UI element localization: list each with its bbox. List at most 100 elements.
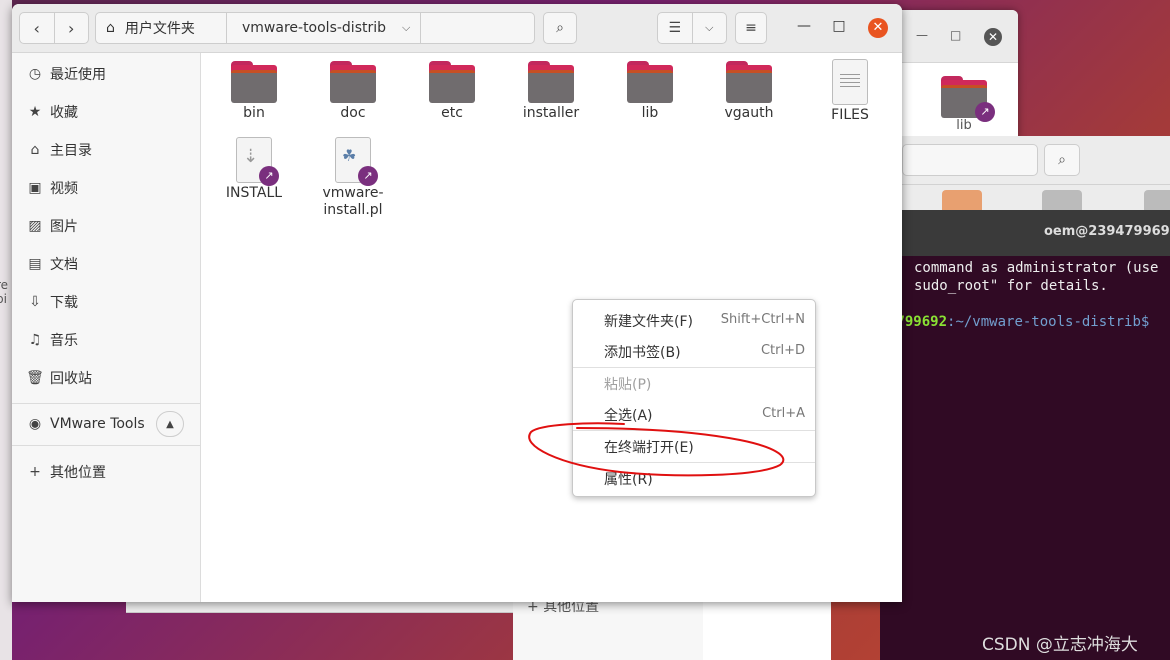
sidebar-item-other-locations[interactable]: + 其他位置 [12,455,200,489]
breadcrumb-current[interactable]: vmware-tools-distrib ⌵ [227,13,421,43]
back-arrow-icon[interactable]: ‹ [20,13,55,43]
sidebar-item-pictures[interactable]: ▨ 图片 [12,209,200,243]
sidebar-item-label: 最近使用 [50,67,106,83]
menu-item-properties[interactable]: 属性(R) [573,463,815,494]
sidebar-item-downloads[interactable]: ⇩ 下载 [12,285,200,319]
sidebar-item-music[interactable]: ♫ 音乐 [12,323,200,357]
link-arrow-icon: ↗ [975,102,995,122]
menu-item-new-folder[interactable]: 新建文件夹(F) Shift+Ctrl+N [573,305,815,336]
search-icon: ⌕ [556,20,564,36]
list-view-icon[interactable]: ☰ [658,13,693,43]
sidebar-item-home[interactable]: ⌂ 主目录 [12,133,200,167]
sidebar-item-label: VMware Tools [50,416,145,432]
menu-item-select-all[interactable]: 全选(A) Ctrl+A [573,399,815,430]
close-icon[interactable]: ✕ [868,18,888,38]
thumbnail [1144,190,1170,212]
menu-item-label: 新建文件夹(F) [604,314,693,330]
maximize-icon[interactable]: □ [829,18,849,34]
folder-lib[interactable]: lib [608,53,692,122]
file-label: lib [641,105,659,121]
text-file-icon [832,59,868,105]
menu-item-label: 粘贴(P) [604,377,652,393]
menu-item-shortcut: Ctrl+D [760,343,805,358]
folder-lib[interactable]: ↗ lib [940,70,995,133]
file-install[interactable]: ⇣ ↗ INSTALL [212,131,296,202]
clock-icon: ◷ [28,66,42,82]
disc-icon: ◉ [28,416,42,432]
minimize-icon[interactable]: — [794,18,814,34]
eject-button[interactable]: ▲ [156,411,184,437]
sidebar-item-label: 下载 [50,295,78,311]
trash-icon: 🗑 [26,370,44,386]
terminal-line: command as administrator (use [914,260,1159,276]
thumbnail [942,190,982,212]
menu-button[interactable]: ≡ [735,12,767,44]
hamburger-menu-icon: ≡ [745,20,757,36]
search-button[interactable]: ⌕ [543,12,577,44]
folder-icon [429,61,475,103]
sidebar-item-label: 图片 [50,219,78,235]
file-files[interactable]: FILES [808,53,892,124]
home-icon: ⌂ [106,20,115,36]
eject-icon: ▲ [166,418,174,430]
file-label: INSTALL [225,185,283,201]
folder-installer[interactable]: installer [509,53,593,122]
folder-icon [330,61,376,103]
breadcrumb: ⌂ 用户文件夹 vmware-tools-distrib ⌵ [95,12,535,44]
breadcrumb-home[interactable]: ⌂ 用户文件夹 [96,13,227,43]
background-search-field[interactable] [902,144,1038,176]
video-icon: ▣ [28,180,42,196]
file-label: vmware-install.pl [322,185,384,218]
folder-icon [231,61,277,103]
sidebar-item-label: 回收站 [50,371,92,387]
file-label: vgauth [724,105,774,121]
minimize-icon[interactable]: — [916,28,928,42]
sidebar-item-recent[interactable]: ◷ 最近使用 [12,57,200,91]
sidebar-item-starred[interactable]: ★ 收藏 [12,95,200,129]
menu-item-label: 属性(R) [604,472,653,488]
menu-item-label: 全选(A) [604,408,653,424]
chevron-down-icon[interactable]: ⌵ [693,21,727,35]
script-file-icon: ☘ ↗ [335,137,378,186]
context-menu: 新建文件夹(F) Shift+Ctrl+N 添加书签(B) Ctrl+D 粘贴(P)… [572,299,816,497]
file-label: FILES [831,107,869,123]
link-arrow-icon: ↗ [358,166,378,186]
terminal-title: oem@2394799692 [1044,224,1170,239]
folder-icon [528,61,574,103]
forward-arrow-icon[interactable]: › [55,13,89,43]
sidebar-item-label: 主目录 [50,143,92,159]
chevron-down-icon[interactable]: ⌵ [402,21,410,35]
terminal-prompt: 4799692:~/vmware-tools-distrib$ [888,314,1149,330]
maximize-icon[interactable]: □ [950,28,961,42]
header-bar: ‹ › ⌂ 用户文件夹 vmware-tools-distrib ⌵ ⌕ ☰ ⌵… [12,4,902,53]
file-vmware-install-pl[interactable]: ☘ ↗ vmware-install.pl [311,131,395,219]
search-icon[interactable]: ⌕ [1044,144,1080,176]
folder-bin[interactable]: bin [212,53,296,122]
sidebar-item-videos[interactable]: ▣ 视频 [12,171,200,205]
sidebar-divider [12,403,200,404]
folder-icon [627,61,673,103]
terminal-window[interactable]: oem@2394799692 command as administrator … [880,210,1170,660]
sidebar-item-documents[interactable]: ▤ 文档 [12,247,200,281]
download-icon: ⇩ [29,294,41,310]
home-icon: ⌂ [30,142,40,158]
file-label: etc [441,105,463,121]
folder-etc[interactable]: etc [410,53,494,122]
menu-item-shortcut: Ctrl+A [762,406,805,421]
document-icon: ▤ [28,256,42,272]
thumbnail [1042,190,1082,212]
folder-doc[interactable]: doc [311,53,395,122]
navigation-buttons: ‹ › [19,12,89,44]
menu-item-shortcut: Shift+Ctrl+N [720,312,805,327]
sidebar-item-trash[interactable]: 🗑 回收站 [12,361,200,395]
sidebar-item-label: 其他位置 [50,465,106,481]
menu-item-add-bookmark[interactable]: 添加书签(B) Ctrl+D [573,336,815,367]
terminal-titlebar: oem@2394799692 [880,210,1170,256]
menu-item-label: 添加书签(B) [604,345,681,361]
link-arrow-icon: ↗ [259,166,279,186]
close-icon[interactable]: ✕ [984,28,1002,46]
menu-item-open-in-terminal[interactable]: 在终端打开(E) [573,431,815,462]
sidebar-divider [12,445,200,446]
folder-vgauth[interactable]: vgauth [707,53,791,122]
desktop-edge-text: bi [0,292,7,306]
